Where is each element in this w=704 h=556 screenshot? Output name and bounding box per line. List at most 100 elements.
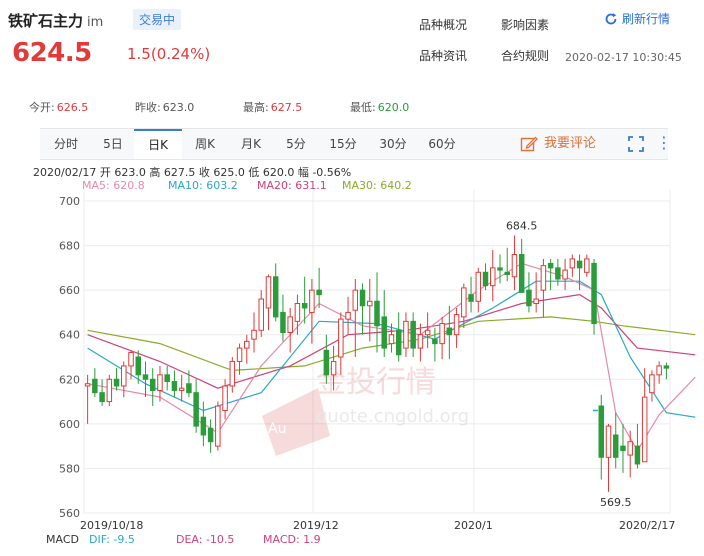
candle-body — [439, 323, 445, 345]
candlestick-chart[interactable]: 700680660640620600580560Au金投行情quote.cngo… — [0, 190, 704, 530]
candle-body — [526, 289, 532, 307]
refresh-icon — [605, 12, 617, 24]
tab-weekly-k[interactable]: 周K — [182, 129, 228, 159]
stat-prev-close-label: 昨收: — [135, 101, 161, 114]
candle-body — [475, 271, 482, 302]
tab-intraday[interactable]: 分时 — [40, 129, 92, 159]
candle-body — [598, 405, 605, 458]
comment-button[interactable]: 我要评论 — [520, 129, 596, 159]
fullscreen-icon[interactable] — [628, 136, 644, 152]
candle-body — [562, 269, 568, 280]
candle-body — [388, 334, 395, 345]
candle — [106, 374, 113, 407]
instrument-title: 铁矿石主力 im — [8, 10, 103, 31]
candle-body — [605, 425, 612, 458]
candle-body — [403, 320, 409, 349]
stat-low-value: 620.0 — [377, 101, 410, 114]
date-label-start: 2019/10/18 — [80, 519, 144, 532]
stat-open-value: 626.5 — [56, 101, 89, 114]
candle-body — [518, 253, 525, 293]
price-change: 1.5(0.24%) — [127, 45, 211, 63]
stat-high-value: 627.5 — [270, 101, 303, 114]
stat-prev-close: 昨收: 623.0 — [135, 99, 194, 115]
stat-high-label: 最高: — [243, 101, 269, 114]
candle-body — [106, 378, 113, 403]
y-tick-label: 600 — [59, 418, 80, 431]
link-product-news[interactable]: 品种资讯 — [419, 47, 467, 64]
more-options-icon[interactable]: ⋮ — [656, 133, 672, 152]
y-tick-label: 680 — [59, 240, 80, 253]
candle-body — [627, 441, 633, 456]
watermark-logo-text: Au — [268, 421, 286, 437]
candle-body — [272, 276, 279, 318]
candle-body — [330, 360, 337, 376]
candle-body — [547, 262, 554, 269]
candle-body — [641, 396, 648, 463]
date-label-dec: 2019/12 — [293, 519, 339, 532]
candle-body — [374, 300, 380, 327]
refresh-quotes-button[interactable]: 刷新行情 — [604, 10, 670, 27]
candle-body — [142, 374, 149, 380]
candle-body — [193, 392, 199, 427]
candle-body — [244, 340, 250, 349]
candle-body — [280, 311, 286, 333]
link-product-overview[interactable]: 品种概况 — [419, 16, 467, 33]
candle-body — [178, 387, 185, 391]
candle-body — [591, 262, 597, 325]
candle-body — [649, 374, 655, 394]
stat-prev-close-value: 623.0 — [162, 101, 195, 114]
candle-body — [301, 303, 308, 309]
candle-body — [656, 365, 662, 376]
stat-open: 今开: 626.5 — [29, 99, 88, 115]
chart-period-toolbar: 分时 5日 日K 周K 月K 5分 15分 30分 60分 我要评论 ⋮ — [40, 128, 672, 160]
edit-icon — [520, 136, 538, 152]
candle-body — [215, 405, 221, 447]
candle-body — [410, 320, 416, 349]
candle-body — [555, 267, 561, 280]
candle-body — [576, 260, 583, 269]
candle-body — [446, 327, 453, 336]
candle-body — [222, 385, 228, 411]
y-tick-label: 560 — [59, 507, 80, 520]
watermark-url: quote.cngold.org — [316, 406, 469, 427]
candle-body — [482, 271, 489, 287]
candle-body — [497, 267, 503, 271]
y-tick-label: 700 — [59, 195, 80, 208]
quote-timestamp: 2020-02-17 10:30:45 — [565, 51, 682, 64]
stat-low-label: 最低: — [350, 101, 376, 114]
candle-body — [200, 416, 207, 436]
link-influencing-factors[interactable]: 影响因素 — [501, 16, 549, 33]
candle-body — [417, 334, 424, 349]
candle-body — [207, 427, 214, 443]
candle-body — [490, 267, 496, 287]
candle-body — [99, 392, 105, 403]
candle-body — [121, 365, 127, 387]
tab-daily-k[interactable]: 日K — [134, 129, 182, 159]
macd-dea: DEA: -10.5 — [176, 533, 235, 546]
candle-body — [287, 316, 293, 333]
ohlc-summary: 2020/02/17 开 623.0 高 627.5 收 625.0 低 620… — [33, 166, 352, 179]
candle-body — [584, 258, 590, 273]
tab-5min[interactable]: 5分 — [274, 129, 318, 159]
candle-body — [612, 434, 619, 458]
candle-body — [251, 329, 257, 340]
trading-status-badge: 交易中 — [133, 9, 182, 30]
candle-body — [316, 289, 322, 296]
tab-5day[interactable]: 5日 — [92, 129, 134, 159]
stat-low: 最低: 620.0 — [350, 99, 409, 115]
candle-body — [432, 338, 438, 345]
tab-monthly-k[interactable]: 月K — [228, 129, 274, 159]
candle-body — [157, 374, 163, 391]
candle-body — [511, 253, 518, 278]
macd-dif: DIF: -9.5 — [89, 533, 135, 546]
candle — [591, 258, 597, 335]
date-label-end: 2020/2/17 — [619, 519, 676, 532]
candle-body — [453, 314, 460, 336]
tab-60min[interactable]: 60分 — [418, 129, 466, 159]
tab-15min[interactable]: 15分 — [318, 129, 368, 159]
tab-30min[interactable]: 30分 — [368, 129, 418, 159]
last-price: 624.5 — [12, 38, 92, 68]
date-label-jan: 2020/1 — [454, 519, 493, 532]
y-tick-label: 640 — [59, 329, 80, 342]
link-contract-rules[interactable]: 合约规则 — [501, 47, 549, 64]
